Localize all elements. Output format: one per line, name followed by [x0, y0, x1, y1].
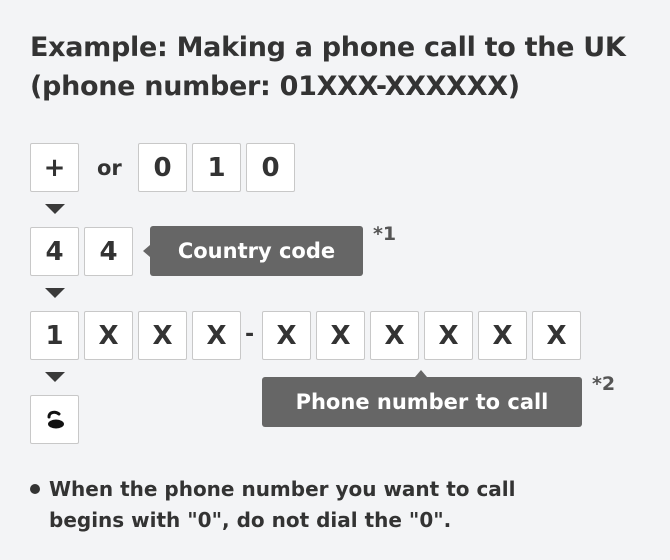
- country-code-digit: 4: [84, 227, 133, 276]
- local-digit: X: [262, 311, 311, 360]
- title-line-2: (phone number: 01XXX-XXXXXX): [30, 71, 520, 102]
- country-code-label: Country code: [177, 239, 336, 263]
- bullet-icon: [30, 484, 40, 494]
- down-arrow-icon: [45, 288, 65, 298]
- prefix-digit: 0: [138, 143, 187, 192]
- footnote-marker-1: *1: [373, 223, 397, 245]
- phone-handset-icon: [47, 410, 64, 428]
- call-key: [30, 395, 79, 444]
- area-digit: X: [84, 311, 133, 360]
- phone-number-callout: Phone number to call: [262, 370, 582, 427]
- prefix-digit: 1: [192, 143, 241, 192]
- footnote-marker-2: *2: [592, 373, 616, 395]
- country-code-callout: Country code: [143, 226, 363, 276]
- country-code-digit: 4: [30, 227, 79, 276]
- note-list: When the phone number you want to call b…: [30, 474, 549, 536]
- number-separator: -: [245, 322, 255, 347]
- plus-key: +: [30, 143, 79, 192]
- down-arrow-icon: [45, 204, 65, 214]
- local-digit: X: [370, 311, 419, 360]
- phone-number-label: Phone number to call: [295, 390, 549, 414]
- local-digit: X: [424, 311, 473, 360]
- local-digit: X: [532, 311, 581, 360]
- area-digit: 1: [30, 311, 79, 360]
- local-digit: X: [478, 311, 527, 360]
- or-label: or: [97, 156, 122, 180]
- down-arrow-icon: [45, 372, 65, 382]
- area-digit: X: [192, 311, 241, 360]
- title-line-1: Example: Making a phone call to the UK: [30, 32, 626, 63]
- prefix-digit: 0: [246, 143, 295, 192]
- area-digit: X: [138, 311, 187, 360]
- page-title: Example: Making a phone call to the UK (…: [30, 28, 626, 106]
- note-item: When the phone number you want to call b…: [49, 477, 516, 532]
- local-digit: X: [316, 311, 365, 360]
